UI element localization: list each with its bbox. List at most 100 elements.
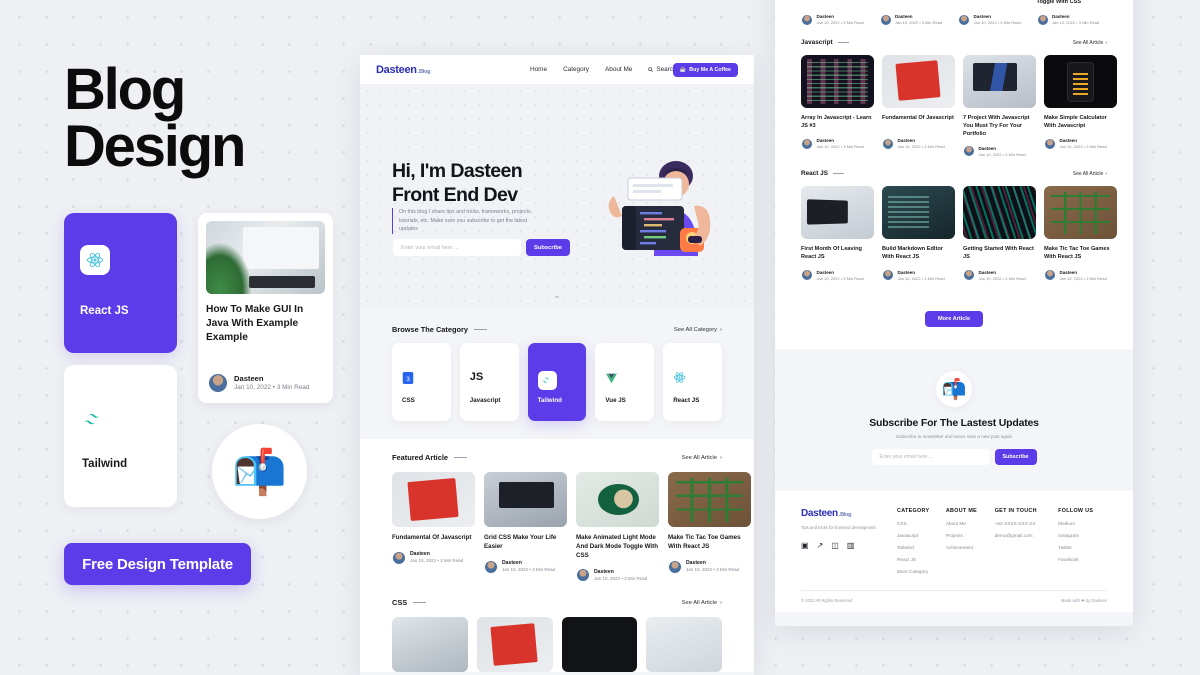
article-card[interactable]: Easier DasteenJan 10, 2022 • 3 Min Read xyxy=(879,0,951,26)
javascript-article-list: Array In Javascript - Learn JS #3 Dastee… xyxy=(801,55,1117,158)
article-title: Fundamental Of Javascript xyxy=(392,534,472,541)
chevron-right-icon: › xyxy=(1105,39,1107,46)
footer-link[interactable]: demo@gmail.com xyxy=(995,533,1058,538)
see-all-article-label: See All Article xyxy=(1072,170,1104,177)
article-card[interactable]: Make Tic Tac Toe Games With React JS Das… xyxy=(668,472,751,582)
article-thumbnail xyxy=(963,55,1036,108)
author-name: Dasteen xyxy=(234,374,264,384)
article-card[interactable]: Array In Javascript - Learn JS #3 Dastee… xyxy=(801,55,874,157)
article-card[interactable]: Fundamental Of Javascript Dasteen Jan 10,… xyxy=(882,55,955,157)
hero-email-input[interactable]: Enter your email here ... xyxy=(393,239,521,256)
article-card[interactable]: Make Animated Light Mode And Dark Mode T… xyxy=(576,472,659,583)
article-card[interactable]: Getting Started With React JS Dasteen Jan… xyxy=(963,186,1036,282)
js-icon: JS xyxy=(469,371,484,383)
footer-brand: Dasteen.Blog Tips and tricks for fronten… xyxy=(801,508,897,574)
avatar xyxy=(958,14,970,26)
category-section-header: Browse The Category See All Category › xyxy=(392,325,722,334)
author-meta: Jan 10, 2022 • 3 Min Read xyxy=(686,567,740,572)
article-title: Fundamental Of Javascript xyxy=(882,115,954,121)
see-all-article-link-react[interactable]: See All Article › xyxy=(1073,171,1107,177)
footer-link[interactable]: Twitter xyxy=(1058,545,1107,550)
title-dash xyxy=(837,41,849,44)
instagram-icon[interactable]: ◫ xyxy=(831,541,839,550)
subscribe-email-input[interactable]: Enter your email here ... xyxy=(871,449,990,466)
site-logo[interactable]: Dasteen.Blog xyxy=(376,64,430,76)
author-meta: Jan 10, 2022 • 3 Min Read xyxy=(978,151,1026,157)
article-card[interactable]: Grid CSS Make Your Life Easier Dasteen Ja… xyxy=(484,472,567,582)
coffee-icon: ☕ xyxy=(679,66,687,73)
see-all-category-link[interactable]: See All Category › xyxy=(674,327,722,333)
see-all-article-label: See All Article xyxy=(681,599,718,606)
footer-logo[interactable]: Dasteen.Blog xyxy=(801,508,897,519)
featured-section-title: Featured Article xyxy=(392,453,467,462)
footer-link[interactable]: More Category xyxy=(897,569,946,574)
article-thumbnail[interactable] xyxy=(561,617,638,673)
article-card[interactable]: Control DasteenJan 10, 2022 • 3 Min Read xyxy=(958,0,1029,26)
footer-link[interactable]: CSS xyxy=(897,521,946,526)
nav-item-home[interactable]: Home xyxy=(530,66,547,73)
author-name: Dasteen xyxy=(502,559,522,566)
footer-link[interactable]: Instagram xyxy=(1058,533,1107,538)
article-card[interactable]: Build Markdown Editor With React JS Dast… xyxy=(882,186,955,282)
see-all-article-link-css[interactable]: See All Article › xyxy=(682,600,722,606)
article-thumbnail[interactable] xyxy=(392,617,468,673)
css-section-title: CSS xyxy=(392,598,427,607)
category-card-react[interactable]: React JS xyxy=(663,343,722,421)
category-section-title: Browse The Category xyxy=(392,325,487,334)
footer-link[interactable]: Facebook xyxy=(1058,557,1107,562)
author-meta: Jan 10, 2022 • 3 Min Read xyxy=(1052,20,1100,26)
footer-link[interactable]: Javascript xyxy=(897,533,946,538)
footer-link[interactable]: Tailwind xyxy=(897,545,946,550)
category-section: Browse The Category See All Category › 3 … xyxy=(360,325,754,421)
featured-title-text: Featured Article xyxy=(392,453,448,462)
more-article-button[interactable]: More Article xyxy=(924,311,984,328)
article-card[interactable]: You Need To Know DasteenJan 10, 2022 • 3… xyxy=(801,0,872,26)
article-card[interactable]: Fundamental Of Javascript Dasteen Jan 10,… xyxy=(392,472,475,582)
article-card[interactable]: Make Tic Tac Toe Games With React JS Das… xyxy=(1044,186,1117,282)
category-card-css[interactable]: 3 CSS xyxy=(392,343,451,421)
footer-link[interactable]: About Me xyxy=(946,521,995,526)
footer-link[interactable]: Medium xyxy=(1058,521,1107,526)
tech-card-react[interactable]: React JS xyxy=(64,213,177,353)
svg-text:3: 3 xyxy=(406,376,410,383)
twitter-icon[interactable]: ↗ xyxy=(817,541,824,550)
tech-card-tailwind[interactable]: Tailwind xyxy=(64,365,177,507)
free-design-template-button[interactable]: Free Design Template xyxy=(64,543,251,585)
article-title: How To Make GUI In Java With Example Exa… xyxy=(206,304,304,343)
article-card[interactable]: Mode And Dark Mode Toggle With CSS Daste… xyxy=(1036,0,1108,26)
author-meta: Jan 10, 2022 • 3 Min Read xyxy=(973,20,1021,26)
title-dash xyxy=(454,456,467,459)
subscribe-subtext: Subscribe to newsletter and never miss a… xyxy=(895,434,1013,440)
chevron-down-icon[interactable]: ⌄ xyxy=(553,290,561,301)
linkedin-icon[interactable]: ▥ xyxy=(847,541,855,550)
article-author: Dasteen Jan 10, 2022 • 3 Min Read xyxy=(668,559,751,574)
preview-article-card[interactable]: How To Make GUI In Java With Example Exa… xyxy=(198,213,333,403)
footer-link[interactable]: Projects xyxy=(946,533,995,538)
article-card[interactable]: First Month Of Leaving React JS Dasteen J… xyxy=(801,186,874,282)
nav-item-category[interactable]: Category xyxy=(563,66,589,73)
see-all-article-link[interactable]: See All Article › xyxy=(682,455,722,461)
avatar xyxy=(392,550,406,565)
footer-tagline: Tips and tricks for frontend development xyxy=(801,525,876,531)
article-thumbnail[interactable] xyxy=(646,617,722,673)
article-author: Dasteen Jan 10, 2022 • 3 Min Read xyxy=(801,269,874,282)
footer-link[interactable]: +62-XXXX-XXX-XX xyxy=(995,521,1058,526)
github-icon[interactable]: ▣ xyxy=(801,541,809,550)
category-card-vue[interactable]: Vue JS xyxy=(595,343,655,421)
buy-me-a-coffee-button[interactable]: ☕ Buy Me A Coffee xyxy=(672,62,738,77)
article-card[interactable]: 7 Project With Javascript You Must Try F… xyxy=(963,55,1036,158)
article-card[interactable]: Make Simple Calculator With Javascript D… xyxy=(1044,55,1117,157)
nav-item-about-me[interactable]: About Me xyxy=(605,66,632,73)
avatar xyxy=(801,138,813,150)
subscribe-button[interactable]: Subscribe xyxy=(994,449,1037,466)
category-card-javascript[interactable]: JS Javascript xyxy=(459,343,519,421)
category-card-tailwind[interactable]: Tailwind xyxy=(527,343,587,421)
author-meta: Jan 10, 2022 • 3 Min Read xyxy=(594,575,648,581)
footer-link[interactable]: Achievement xyxy=(946,545,995,550)
javascript-section-header: Javascript See All Article › xyxy=(801,26,1107,46)
footer-link[interactable]: React JS xyxy=(897,557,946,562)
avatar xyxy=(801,14,813,26)
see-all-article-link-js[interactable]: See All Article › xyxy=(1073,40,1107,46)
hero-subscribe-button[interactable]: Subscribe xyxy=(526,239,570,256)
article-thumbnail[interactable] xyxy=(476,617,553,673)
